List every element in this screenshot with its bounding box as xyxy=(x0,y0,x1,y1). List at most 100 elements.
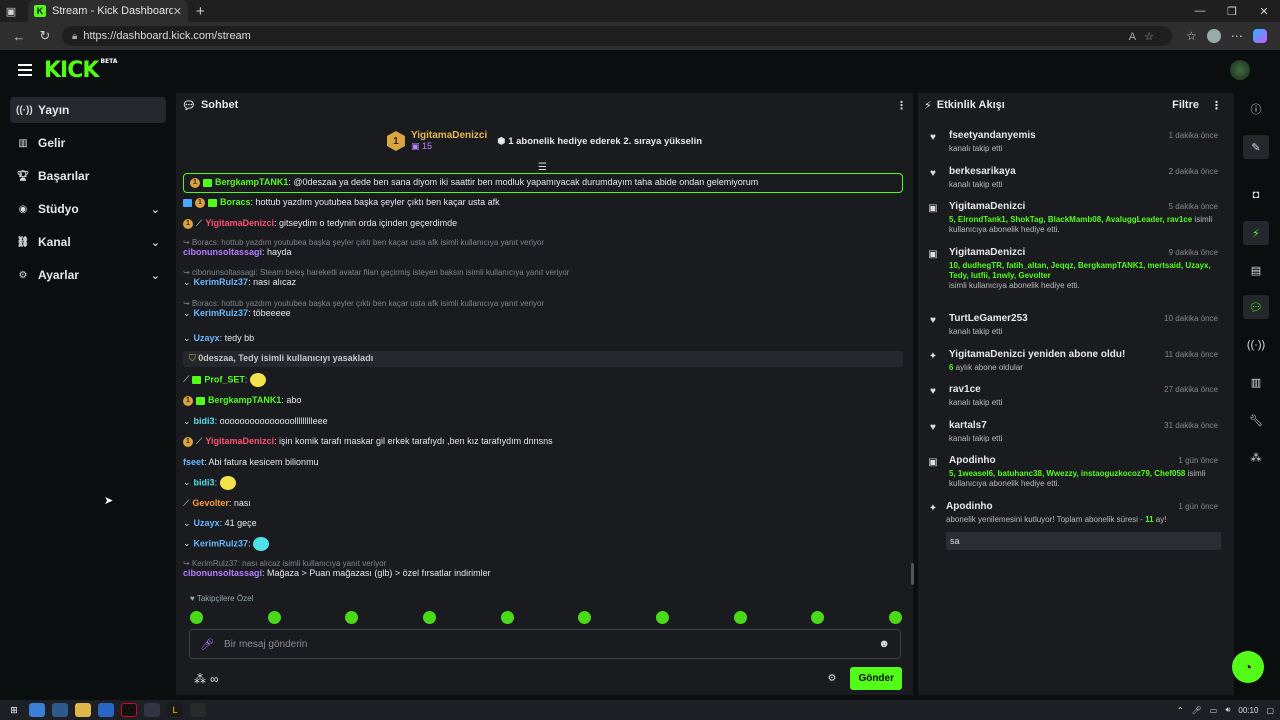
chevron-up-icon[interactable]: ⌃ xyxy=(1177,706,1184,715)
stack-icon[interactable]: ▥ xyxy=(1243,370,1269,394)
chat-scrollbar[interactable] xyxy=(911,563,914,585)
copilot-taskbar-icon[interactable] xyxy=(29,703,45,717)
microphone-icon[interactable]: 🎤︎ xyxy=(200,638,214,651)
chat-message[interactable]: ⌄ bidi3: ooooooooooooooollllllllleee xyxy=(183,416,903,427)
chat-message[interactable]: ↪ Boracs: hottub yazdım youtubea başka ş… xyxy=(183,299,903,319)
chat-message[interactable]: 1 BergkampTANK1: @0deszaa ya dede ben san… xyxy=(183,173,903,193)
sidebar-item-ayarlar[interactable]: ⚙︎ Ayarlar ⌄ xyxy=(10,262,166,288)
chat-username[interactable]: YigitamaDenizci xyxy=(205,218,274,228)
wrench-icon[interactable]: 🔧︎ xyxy=(1243,408,1269,432)
windows-start-icon[interactable]: ⊞ xyxy=(6,703,22,717)
emote-icon[interactable] xyxy=(733,611,747,624)
chat-username[interactable]: fseet xyxy=(183,457,204,467)
more-icon[interactable]: ⋯ xyxy=(1231,29,1243,43)
sidebar-item-basarilar[interactable]: 🏆︎ Başarılar xyxy=(10,163,166,189)
minimize-icon[interactable]: — xyxy=(1184,5,1216,18)
chevron-down-icon[interactable]: ⌄ xyxy=(151,203,160,216)
info-icon[interactable]: ⓘ xyxy=(1243,97,1269,121)
chat-message-input[interactable]: 🎤︎ Bir mesaj gönderin ☻ xyxy=(189,629,901,659)
restore-icon[interactable]: ❐ xyxy=(1216,5,1248,18)
hamburger-menu-icon[interactable] xyxy=(18,61,32,79)
chat-username[interactable]: bidi3 xyxy=(194,477,215,487)
chat-message[interactable]: ⌄ KerimRulz37: xyxy=(183,537,903,551)
chat-message[interactable]: ⌄ Uzayx: tedy bb xyxy=(183,333,903,344)
browser-tab[interactable]: K Stream - Kick Dashboard ✕ xyxy=(28,0,188,22)
chat-bubble-icon[interactable]: 💬︎ xyxy=(1243,295,1269,319)
chat-username[interactable]: cibonunsoltassagi xyxy=(183,568,262,578)
edge-icon[interactable] xyxy=(52,703,68,717)
read-aloud-favorite-icons[interactable]: A☆ xyxy=(1129,30,1162,43)
sidebar-item-gelir[interactable]: ▥ Gelir xyxy=(10,130,166,156)
favorites-icon[interactable]: ☆ xyxy=(1186,29,1197,43)
chat-message[interactable]: ⌄ bidi3: xyxy=(183,476,903,490)
emote-icon[interactable] xyxy=(345,611,359,624)
chat-username[interactable]: KerimRulz37 xyxy=(194,308,249,318)
emote-icon[interactable] xyxy=(422,611,436,624)
filter-lines-icon[interactable]: ☰ xyxy=(538,162,547,173)
chat-message[interactable]: ⌄ Uzayx: 41 geçe xyxy=(183,518,903,529)
chat-message[interactable]: ↪ Boracs: hottub yazdım youtubea başka ş… xyxy=(183,238,903,257)
emote-icon[interactable] xyxy=(655,611,669,624)
new-tab-icon[interactable]: + xyxy=(196,3,205,20)
chat-message[interactable]: ↪ KerimRulz37: nası alıcaz isimli kullan… xyxy=(183,559,903,578)
app-icon[interactable] xyxy=(144,703,160,717)
notification-icon[interactable]: ▢ xyxy=(1266,706,1274,715)
chat-username[interactable]: Uzayx xyxy=(194,518,220,528)
pinned-leaderboard[interactable]: 1 YigitamaDenizci ▣ 15 ⬢ 1 abonelik hedi… xyxy=(176,121,913,161)
activity-options-icon[interactable]: ⋮ xyxy=(1211,99,1222,112)
emote-icon[interactable] xyxy=(267,611,281,624)
chat-options-icon[interactable]: ⋮ xyxy=(896,99,907,112)
opera-icon[interactable] xyxy=(121,703,137,717)
sidebar-item-kanal[interactable]: ⛓︎ Kanal ⌄ xyxy=(10,229,166,255)
back-icon[interactable]: ← xyxy=(6,29,32,44)
lightning-icon[interactable]: ⚡︎ xyxy=(1243,221,1269,245)
kick-points-icon[interactable]: ⁂ xyxy=(194,672,206,686)
chat-message[interactable]: ⟋ Gevolter: nası xyxy=(183,498,903,509)
profile-avatar[interactable] xyxy=(1206,29,1221,43)
chat-message[interactable]: fseet: Abi fatura kesicem bilionmu xyxy=(183,457,903,467)
chat-username[interactable]: KerimRulz37 xyxy=(194,538,249,548)
chat-settings-gear-icon[interactable]: ⚙︎ xyxy=(827,673,836,684)
chat-username[interactable]: KerimRulz37 xyxy=(194,277,249,287)
emote-icon[interactable] xyxy=(500,611,514,624)
sidebar-item-studyo[interactable]: ◉ Stüdyo ⌄ xyxy=(10,196,166,222)
copilot-icon[interactable] xyxy=(1252,29,1267,43)
chevron-down-icon[interactable]: ⌄ xyxy=(151,269,160,282)
chat-message[interactable]: 1 Boracs: hottub yazdım youtubea başka şe… xyxy=(183,197,903,208)
chat-message[interactable]: 1 ⟋ YigitamaDenizci: gitseydim o tedynin o… xyxy=(183,218,903,229)
chat-username[interactable]: cibonunsoltassagi xyxy=(183,247,262,257)
infinity-icon[interactable]: ∞ xyxy=(210,672,219,686)
chat-message[interactable]: 1 ⟋ YigitamaDenizci: işin komik tarafı mas… xyxy=(183,436,903,447)
chat-username[interactable]: BergkampTANK1 xyxy=(208,395,281,405)
kick-points-icon[interactable]: ⁂ xyxy=(1243,445,1269,469)
filter-button[interactable]: Filtre xyxy=(1172,99,1199,111)
window-menu-icon[interactable]: ▣ xyxy=(0,0,22,22)
chat-message[interactable]: ⟋ Prof_SET: xyxy=(183,373,903,387)
sidebar-item-yayin[interactable]: ((·)) Yayın xyxy=(10,97,166,123)
chat-username[interactable]: Boracs xyxy=(220,197,251,207)
chevron-down-icon[interactable]: ⌄ xyxy=(151,236,160,249)
chat-username[interactable]: BergkampTANK1 xyxy=(215,177,288,187)
taskbar-clock[interactable]: 00:10 xyxy=(1238,706,1258,715)
edit-icon[interactable]: ✎ xyxy=(1243,135,1269,159)
obs-icon[interactable] xyxy=(190,703,206,717)
chat-message[interactable]: 1 BergkampTANK1: abo xyxy=(183,395,903,406)
chat-username[interactable]: YigitamaDenizci xyxy=(205,436,274,446)
chat-username[interactable]: bidi3 xyxy=(194,416,215,426)
help-chat-button[interactable]: ◔ xyxy=(1232,651,1264,683)
app-icon[interactable]: L xyxy=(167,703,183,717)
refresh-icon[interactable]: ↻ xyxy=(32,28,58,44)
broadcast-icon[interactable]: ((·)) xyxy=(1243,333,1269,357)
send-button[interactable]: Gönder xyxy=(850,667,902,690)
microphone-icon[interactable]: 🎤︎ xyxy=(1192,706,1202,715)
close-window-icon[interactable]: ✕ xyxy=(1248,5,1280,18)
emote-icon[interactable] xyxy=(888,611,902,624)
chat-username[interactable]: Gevolter xyxy=(192,498,229,508)
emote-icon[interactable] xyxy=(578,611,592,624)
file-explorer-icon[interactable] xyxy=(75,703,91,717)
activity-event[interactable]: ✦ Apodinho 1 gün önce abonelik yenilemesini… xyxy=(928,501,1228,551)
document-icon[interactable]: ▤ xyxy=(1243,258,1269,282)
url-field[interactable]: 🔒︎ https://dashboard.kick.com/stream A☆ xyxy=(62,26,1172,46)
kick-logo[interactable]: KICK BETA xyxy=(44,58,117,83)
emote-icon[interactable] xyxy=(811,611,825,624)
